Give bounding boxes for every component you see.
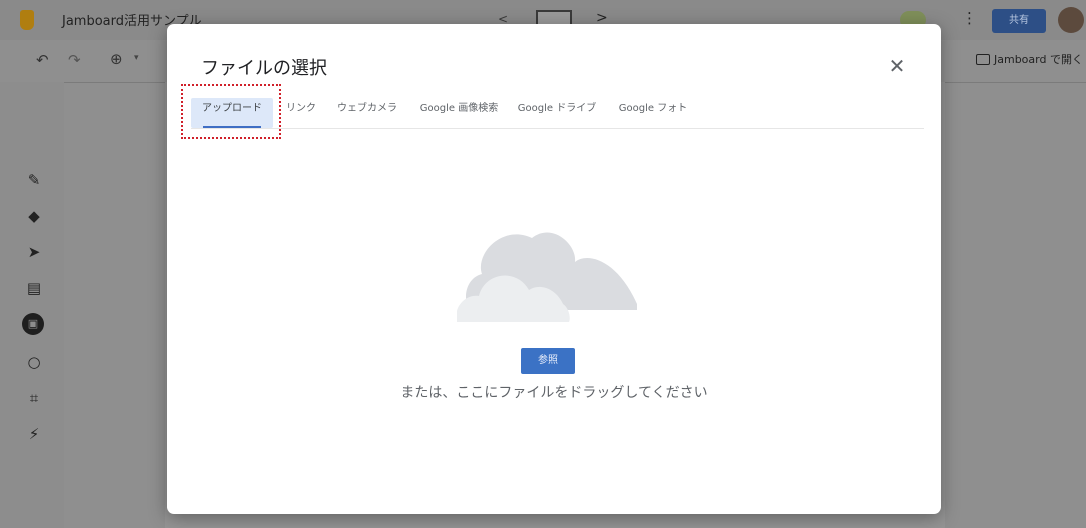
pen-icon[interactable]: ✎ bbox=[24, 170, 44, 190]
zoom-icon[interactable]: ⊕ bbox=[110, 50, 123, 68]
browse-button[interactable]: 参照 bbox=[521, 348, 575, 374]
tab-link[interactable]: リンク bbox=[283, 98, 319, 128]
redo-icon[interactable]: ↷ bbox=[68, 51, 81, 69]
tab-google-drive[interactable]: Google ドライブ bbox=[517, 98, 597, 128]
text-box-icon[interactable]: ⌗ bbox=[24, 388, 44, 408]
tab-upload[interactable]: アップロード bbox=[191, 98, 273, 128]
sticky-note-icon[interactable]: ▤ bbox=[24, 278, 44, 298]
cloud-icon bbox=[457, 232, 637, 322]
tab-bar: アップロード リンク ウェブカメラ Google 画像検索 Google ドライ… bbox=[191, 98, 924, 129]
tab-google-image-search[interactable]: Google 画像検索 bbox=[419, 98, 499, 128]
tab-webcam[interactable]: ウェブカメラ bbox=[335, 98, 399, 128]
dialog-title: ファイルの選択 bbox=[201, 58, 327, 79]
select-icon[interactable]: ➤ bbox=[24, 242, 44, 262]
circle-icon[interactable]: ○ bbox=[24, 352, 44, 372]
drop-zone-text: または、ここにファイルをドラッグしてください bbox=[400, 385, 708, 401]
tab-upload-label: アップロード bbox=[202, 103, 262, 114]
file-picker-dialog: ファイルの選択 ✕ アップロード リンク ウェブカメラ Google 画像検索 … bbox=[167, 24, 941, 514]
present-icon bbox=[976, 54, 990, 65]
tab-google-photos[interactable]: Google フォト bbox=[617, 98, 689, 128]
undo-icon[interactable]: ↶ bbox=[36, 51, 49, 69]
more-options-icon[interactable]: ⋮ bbox=[962, 9, 977, 27]
open-in-jamboard-label: Jamboard で開く bbox=[994, 53, 1083, 66]
tool-sidebar: ✎ ◆ ➤ ▤ ▣ ○ ⌗ ⚡ bbox=[0, 82, 64, 528]
profile-avatar[interactable] bbox=[1058, 7, 1084, 33]
laser-icon[interactable]: ⚡ bbox=[24, 424, 44, 444]
close-icon[interactable]: ✕ bbox=[885, 54, 909, 78]
active-tab-indicator bbox=[203, 126, 261, 128]
add-image-icon[interactable]: ▣ bbox=[22, 313, 44, 335]
eraser-icon[interactable]: ◆ bbox=[24, 206, 44, 226]
open-in-jamboard-button[interactable]: Jamboard で開く bbox=[976, 51, 1083, 67]
share-button[interactable]: 共有 bbox=[992, 9, 1046, 33]
zoom-dropdown-icon[interactable]: ▾ bbox=[134, 53, 139, 63]
jamboard-logo-icon bbox=[20, 10, 34, 30]
